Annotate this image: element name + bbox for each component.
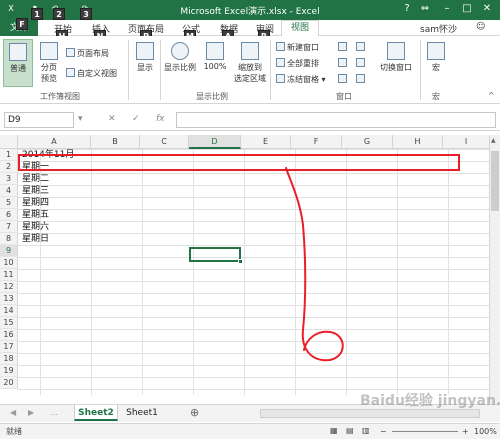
- status-ready: 就绪: [6, 427, 22, 436]
- page-break-status-icon[interactable]: ▥: [362, 423, 370, 438]
- annotation-overlay: [18, 154, 460, 362]
- zoom-in-icon[interactable]: +: [462, 424, 469, 439]
- status-bar: 就绪 ▦ ▤ ▥ − + 100%: [0, 423, 500, 439]
- normal-view-status-icon[interactable]: ▦: [330, 423, 338, 438]
- sheet-nav-more-icon[interactable]: …: [50, 408, 58, 417]
- sheet-nav-prev-icon[interactable]: ◀: [10, 408, 16, 417]
- page-layout-status-icon[interactable]: ▤: [346, 423, 354, 438]
- zoom-out-icon[interactable]: −: [380, 424, 387, 439]
- annotation-scribble: [285, 167, 344, 362]
- vertical-scrollbar[interactable]: ▲: [489, 135, 500, 406]
- scroll-up-icon[interactable]: ▲: [491, 137, 499, 145]
- scrollbar-thumb[interactable]: [491, 151, 499, 211]
- watermark: Baidu经验 jingyan.baidu.com: [360, 393, 500, 409]
- sheet-tab-sheet1[interactable]: Sheet1: [120, 405, 164, 421]
- zoom-level[interactable]: 100%: [474, 424, 497, 439]
- annotation-highlight-box: [18, 154, 460, 171]
- sheet-tab-sheet2[interactable]: Sheet2: [74, 405, 118, 421]
- zoom-slider[interactable]: [392, 431, 458, 432]
- horizontal-scrollbar[interactable]: [260, 409, 480, 418]
- sheet-nav-next-icon[interactable]: ▶: [28, 408, 34, 417]
- add-sheet-icon[interactable]: ⊕: [190, 406, 199, 419]
